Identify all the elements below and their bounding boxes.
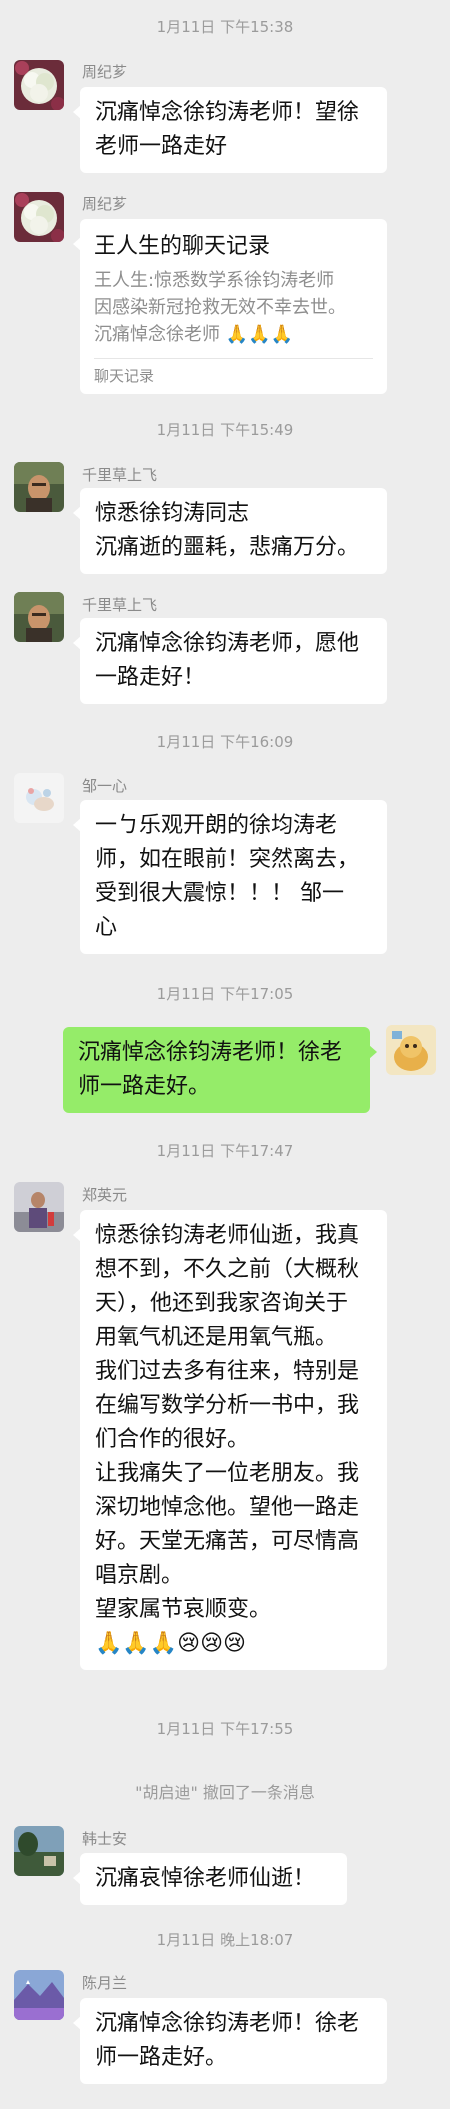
timestamp: 1月11日 下午17:05 [156, 985, 294, 1003]
sender-name: 千里草上飞 [82, 596, 158, 614]
message-bubble[interactable]: 惊悉徐钧涛老师仙逝，我真 想不到，不久之前（大概秋 天），他还到我家咨询关于 用… [73, 1210, 387, 1670]
sender-name: 邹一心 [82, 777, 128, 795]
message-bubble[interactable]: 沉痛悼念徐钧涛老师，愿他 一路走好！ [73, 618, 387, 704]
sender-name: 郑英元 [82, 1186, 128, 1204]
avatar[interactable] [14, 1826, 64, 1876]
message-bubble[interactable]: 沉痛悼念徐钧涛老师！望徐 老师一路走好 [73, 87, 387, 173]
card-footer: 聊天记录 [94, 358, 373, 394]
timestamp: 1月11日 下午16:09 [156, 733, 294, 751]
avatar[interactable] [14, 592, 64, 642]
my-message-bubble[interactable]: 沉痛悼念徐钧涛老师！徐老 师一路走好。 [63, 1027, 377, 1113]
card-title: 王人生的聊天记录 [94, 234, 271, 259]
message-bubble[interactable]: 沉痛悼念徐钧涛老师！徐老 师一路走好。 [73, 1998, 387, 2084]
timestamp: 1月11日 下午15:38 [156, 18, 294, 36]
avatar[interactable] [14, 60, 64, 110]
message-bubble[interactable]: 沉痛哀悼徐老师仙逝！ [73, 1853, 347, 1905]
my-avatar[interactable] [386, 1025, 436, 1075]
message-bubble[interactable]: 一ㄅ乐观开朗的徐均涛老 师，如在眼前！突然离去， 受到很大震惊！！！ 邹一 心 [73, 800, 387, 954]
avatar[interactable] [14, 773, 64, 823]
sender-name: 韩士安 [82, 1830, 128, 1848]
timestamp: 1月11日 下午15:49 [156, 421, 294, 439]
sender-name: 陈月兰 [82, 1974, 128, 1992]
avatar[interactable] [14, 1970, 64, 2020]
sender-name: 周纪芗 [82, 195, 128, 213]
message-bubble[interactable]: 惊悉徐钧涛同志 沉痛逝的噩耗，悲痛万分。 [73, 488, 387, 574]
sender-name: 千里草上飞 [82, 466, 158, 484]
chat-history-card[interactable]: 王人生的聊天记录 王人生:惊悉数学系徐钧涛老师 因感染新冠抢救无效不幸去世。 沉… [73, 219, 387, 394]
timestamp: 1月11日 下午17:47 [156, 1142, 294, 1160]
card-preview: 王人生:惊悉数学系徐钧涛老师 因感染新冠抢救无效不幸去世。 沉痛悼念徐老师 🙏🙏… [94, 270, 346, 345]
avatar[interactable] [14, 1182, 64, 1232]
avatar[interactable] [14, 462, 64, 512]
sender-name: 周纪芗 [82, 63, 128, 81]
timestamp: 1月11日 下午17:55 [156, 1720, 294, 1738]
recall-notice: "胡启迪" 撤回了一条消息 [135, 1783, 315, 1802]
timestamp: 1月11日 晚上18:07 [156, 1931, 294, 1949]
avatar[interactable] [14, 192, 64, 242]
